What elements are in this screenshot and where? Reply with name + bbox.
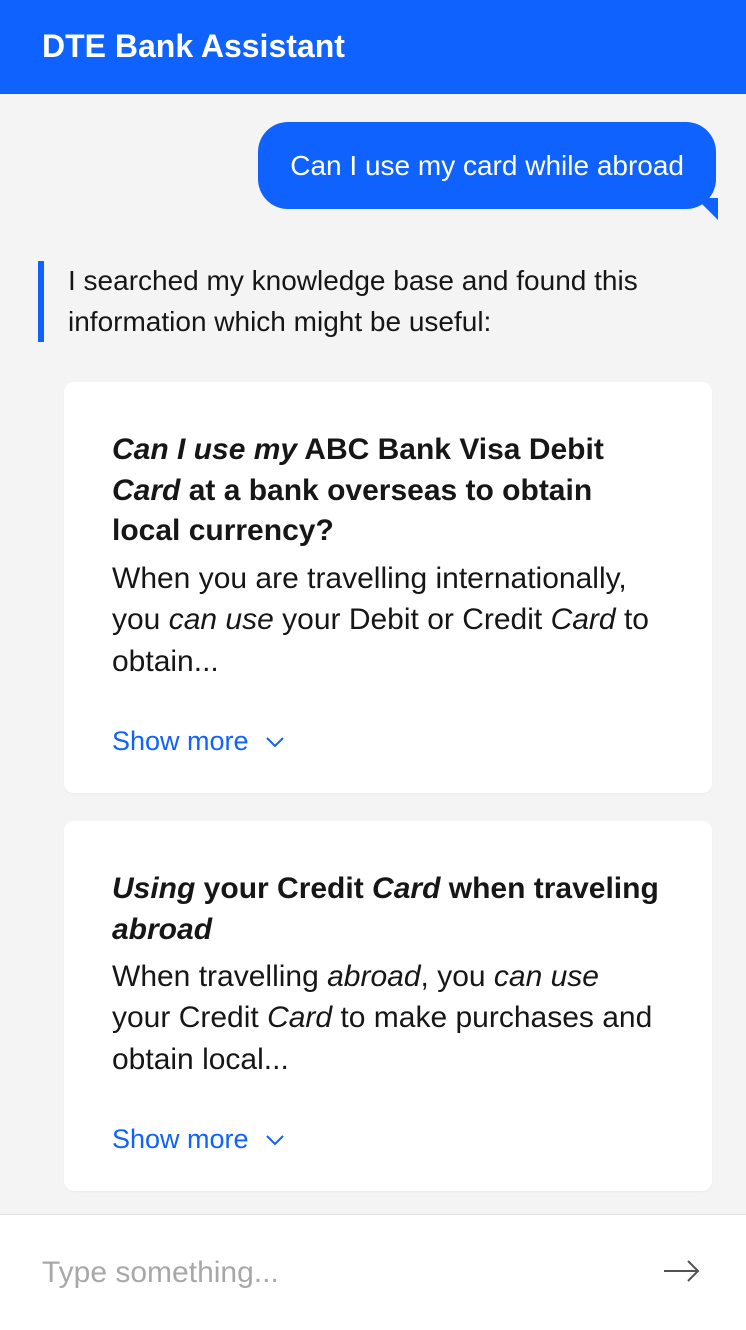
message-input[interactable]: [42, 1256, 654, 1290]
chevron-down-icon: [265, 732, 285, 752]
user-message-text: Can I use my card while abroad: [290, 150, 684, 181]
send-button[interactable]: [654, 1249, 710, 1296]
input-bar: [0, 1214, 746, 1330]
bubble-tail: [696, 198, 718, 220]
assistant-intro-text: I searched my knowledge base and found t…: [38, 261, 712, 342]
arrow-right-icon: [662, 1257, 702, 1288]
result-card-body: When travelling abroad, you can use your…: [112, 956, 664, 1080]
result-card[interactable]: Can I use my ABC Bank Visa Debit Card at…: [64, 382, 712, 793]
user-message: Can I use my card while abroad: [30, 122, 716, 209]
assistant-response: I searched my knowledge base and found t…: [30, 261, 716, 1191]
show-more-label: Show more: [112, 726, 249, 757]
result-card[interactable]: Using your Credit Card when traveling ab…: [64, 821, 712, 1191]
chat-messages: Can I use my card while abroad I searche…: [0, 94, 746, 1214]
user-message-bubble: Can I use my card while abroad: [258, 122, 716, 209]
show-more-label: Show more: [112, 1124, 249, 1155]
result-card-body: When you are travelling internationally,…: [112, 558, 664, 682]
show-more-button[interactable]: Show more: [112, 726, 664, 757]
chat-header: DTE Bank Assistant: [0, 0, 746, 94]
chevron-down-icon: [265, 1130, 285, 1150]
result-card-title: Using your Credit Card when traveling ab…: [112, 869, 664, 950]
show-more-button[interactable]: Show more: [112, 1124, 664, 1155]
chat-title: DTE Bank Assistant: [42, 28, 345, 64]
result-card-title: Can I use my ABC Bank Visa Debit Card at…: [112, 430, 664, 552]
